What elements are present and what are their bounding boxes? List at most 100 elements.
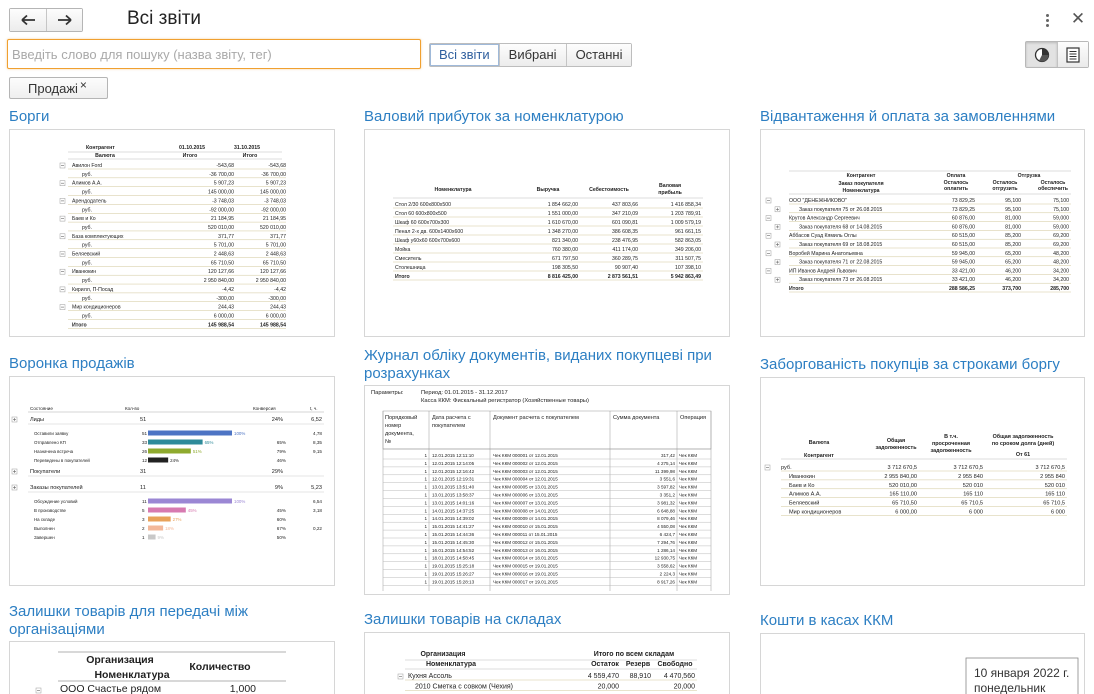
- preview-text: Пенал 2-х дв. 600х1400х600: [395, 229, 463, 235]
- report-title-document-journal[interactable]: Журнал обліку документів, виданих покупц…: [364, 347, 724, 383]
- preview-text: 5 701,00: [214, 243, 234, 249]
- preview-text: Итого: [72, 322, 87, 328]
- preview-text: Чек ККМ: [679, 572, 697, 577]
- filter-favorites[interactable]: Вибрані: [498, 44, 566, 66]
- preview-text: 60 876,00: [952, 216, 975, 222]
- preview-text: 48,200: [1053, 251, 1069, 257]
- preview-text: 6 000,00: [266, 313, 286, 319]
- preview-text: 671 797,50: [552, 256, 578, 262]
- close-icon[interactable]: ✕: [1070, 9, 1086, 29]
- preview-text: Чек ККМ: [679, 516, 697, 521]
- preview-text: 59 945,00: [952, 260, 975, 266]
- preview-text: 16.01.2015 14:54:52: [432, 548, 475, 553]
- preview-text: 311 507,75: [675, 256, 701, 262]
- forward-button[interactable]: [46, 9, 82, 31]
- report-title-stock-transfer[interactable]: Залишки товарів для передачі між організ…: [9, 603, 309, 639]
- report-preview-cash-registers[interactable]: 10 января 2022 г. понедельник: [760, 633, 1085, 694]
- report-title-shipment-payment[interactable]: Відвантаження й оплата за замовленнями: [760, 108, 1090, 126]
- preview-text: Чек ККМ 000007 от 13.01.2015: [493, 500, 558, 505]
- preview-text: Заказ покупателя: [838, 181, 883, 187]
- preview-text: 12.01.2015 12:16:42: [432, 469, 475, 474]
- preview-text: 9,15: [313, 449, 322, 454]
- preview-text: ООО "ДЕНЕЖНИКОВО": [789, 198, 847, 204]
- preview-text: 5 907,23: [214, 181, 234, 187]
- report-preview-document-journal[interactable]: Параметры: Период: 01.01.2015 - 31.12.201…: [364, 385, 730, 595]
- filter-recent[interactable]: Останні: [565, 44, 632, 66]
- preview-text: 411 174,00: [612, 247, 638, 253]
- preview-text: Оплата: [947, 173, 966, 179]
- preview-text: руб.: [82, 190, 92, 196]
- preview-text: 100%: [234, 499, 245, 504]
- preview-text: руб.: [82, 296, 92, 302]
- preview-text: -300,00: [216, 296, 234, 302]
- preview-text: 386 608,35: [612, 229, 638, 235]
- funnel-bar: [148, 534, 156, 540]
- report-title-debts[interactable]: Борги: [9, 108, 339, 126]
- preview-text: 1: [424, 453, 427, 458]
- preview-text: 3,18: [313, 508, 322, 513]
- report-filter-group: Всі звіти Вибрані Останні: [429, 43, 633, 67]
- preview-text: Общая задолженность: [993, 433, 1055, 440]
- funnel-bar: [148, 516, 171, 522]
- preview-text: Итого: [789, 286, 804, 292]
- preview-text: 59,000: [1053, 216, 1069, 222]
- preview-text: 1: [424, 579, 427, 584]
- preview-text: 11: [140, 485, 146, 491]
- report-title-gross-profit[interactable]: Валовий прибуток за номенклатурою: [364, 108, 744, 126]
- report-preview-warehouse-stock[interactable]: Организация Итого по всем складам Номенкла…: [364, 632, 730, 694]
- preview-text: Шкаф у60х60 600х700х600: [395, 238, 460, 244]
- remove-tag-icon[interactable]: ×: [80, 78, 87, 92]
- preview-text: 13.01.2015 14:01:16: [432, 500, 475, 505]
- preview-text: 5: [142, 508, 145, 513]
- preview-text: 6 000,00: [895, 510, 917, 516]
- preview-text: 73 829,25: [952, 198, 975, 204]
- report-title-cash-registers[interactable]: Кошти в касах ККМ: [760, 612, 1090, 630]
- report-preview-sales-funnel[interactable]: Состояние Кол-во Конверсия t, ч. Лиды 51 24% 6,…: [9, 376, 335, 586]
- preview-text: -92 000,00: [261, 207, 286, 213]
- preview-view-button[interactable]: [1026, 42, 1057, 67]
- preview-text: 285,700: [1050, 286, 1069, 292]
- preview-text: Документ расчета с покупателем: [493, 415, 579, 421]
- filter-all-reports[interactable]: Всі звіти: [430, 44, 499, 66]
- report-title-receivables-aging[interactable]: Заборгованість покупців за строками борг…: [760, 356, 1090, 374]
- preview-text: 51: [140, 417, 146, 423]
- preview-text: 6 648,88: [657, 508, 675, 513]
- report-preview-stock-transfer[interactable]: Организация Количество Номенклатура ООО Сча…: [9, 641, 335, 694]
- preview-text: 6 000,00: [214, 313, 234, 319]
- report-preview-debts[interactable]: Контрагент 01.10.2015 31.10.2015 Валюта Итог…: [9, 129, 335, 337]
- preview-text: номер: [385, 423, 401, 429]
- preview-text: 81,000: [1005, 224, 1021, 230]
- preview-text: задолженность: [930, 448, 972, 454]
- funnel-bar: [148, 507, 186, 513]
- search-input[interactable]: [7, 39, 421, 69]
- report-preview-receivables-aging[interactable]: Валюта Общая задолженность В т.ч. просроченн…: [760, 377, 1085, 586]
- preview-text: 244,43: [270, 305, 286, 311]
- preview-text: 33: [142, 440, 148, 445]
- preview-text: Контрагент: [847, 173, 876, 179]
- list-view-button[interactable]: [1057, 42, 1088, 67]
- preview-text: 1 610 670,00: [548, 220, 578, 226]
- tag-chip-sales[interactable]: Продажі ×: [9, 77, 108, 99]
- report-title-sales-funnel[interactable]: Воронка продажів: [9, 355, 339, 373]
- more-menu-icon[interactable]: [1040, 10, 1054, 30]
- pie-chart-icon: [1034, 47, 1049, 62]
- preview-text: Контрагент: [86, 145, 115, 151]
- report-preview-gross-profit[interactable]: Номенклатура Выручка Себестоимость Валовая п…: [364, 129, 730, 337]
- preview-text: 760 380,00: [552, 247, 578, 253]
- preview-text: Порядковый: [385, 414, 417, 421]
- preview-text: 3 981,32: [657, 500, 675, 505]
- preview-text: 2 950 840,00: [204, 278, 234, 284]
- preview-text: 24%: [272, 417, 283, 423]
- report-preview-shipment-payment[interactable]: Контрагент Оплата Отгрузка Заказ покупателя…: [760, 129, 1085, 337]
- back-button[interactable]: [10, 9, 46, 31]
- preview-text: 1 416 858,34: [671, 202, 701, 208]
- preview-text: 51%: [193, 449, 202, 454]
- preview-text: Чек ККМ: [679, 493, 697, 498]
- preview-text: Заказы покупателей: [30, 484, 83, 491]
- preview-text: 65,200: [1005, 260, 1021, 266]
- preview-text: Смеситель: [395, 256, 422, 262]
- preview-text: Чек ККМ: [679, 461, 697, 466]
- preview-text: Чек ККМ 000005 от 13.01.2015: [493, 485, 558, 490]
- preview-text: 15.01.2015 14:45:30: [432, 540, 475, 545]
- report-title-warehouse-stock[interactable]: Залишки товарів на складах: [364, 611, 724, 629]
